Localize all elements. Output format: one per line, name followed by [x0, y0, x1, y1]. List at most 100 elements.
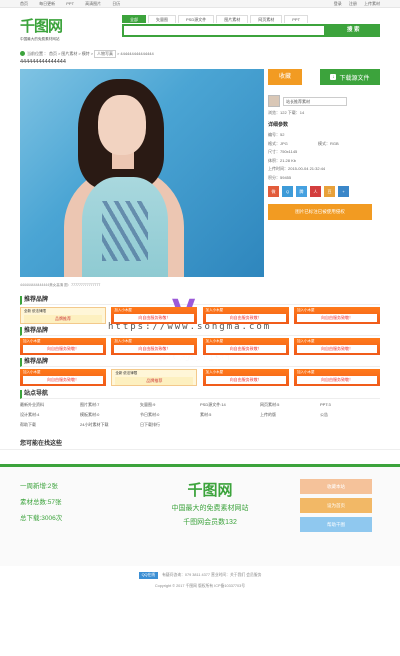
home-icon	[20, 51, 25, 56]
search-tab-vector[interactable]: 矢量图	[148, 15, 176, 23]
ad-line: 加入小木屋	[23, 339, 41, 343]
avatar[interactable]	[268, 95, 280, 107]
ad-banner[interactable]: 加入小木屋 向自由服务致敬！	[293, 369, 380, 386]
nav-link[interactable]: 上传的版	[260, 412, 320, 418]
report-button[interactable]: 图片已标注已被使用侵权	[268, 204, 372, 220]
recommend-section: 推荐品牌 全新 依法律限 品牌推荐 加入小木屋 向自由服务致敬！ 加入小木屋 向自由服…	[0, 296, 400, 324]
douban-icon[interactable]: 豆	[324, 186, 335, 197]
ad-banner[interactable]: 全新 依法律限 品牌推荐	[111, 369, 198, 386]
breadcrumb-item[interactable]: 模特	[82, 51, 90, 57]
ad-banner[interactable]: 全新 依法律限 品牌推荐	[20, 307, 106, 324]
top-link[interactable]: 每日更新	[39, 1, 55, 6]
footer-brand: 千图网 中国最大的免费素材网站 千图网会员数132	[130, 479, 290, 566]
nav-link[interactable]: 矢量图:9	[140, 402, 200, 408]
ad-banner[interactable]: 加入小木屋 向自由服务致敬！	[20, 369, 106, 386]
ad-cta: 品牌推荐	[115, 377, 194, 385]
top-link[interactable]: PPT	[66, 1, 74, 6]
nav-link[interactable]: 图片素材:7	[80, 402, 140, 408]
search-tabs: 全部 矢量图 PSD源文件 图片素材 网页素材 PPT	[122, 15, 380, 23]
qzone-icon[interactable]: Q	[282, 186, 293, 197]
contact-info: 有疑问咨询：079 3811 4377 营业时间：关于我们 会员服务	[162, 573, 262, 577]
top-links: 首页 每日更新 PPT 高清图片 日历	[20, 1, 130, 7]
detail-id: 编号：52	[268, 132, 285, 137]
plus-icon[interactable]: +	[338, 186, 349, 197]
header: 千图网 中国最大的免费素材网站 全部 矢量图 PSD源文件 图片素材 网页素材 …	[0, 8, 400, 46]
breadcrumb-label: 当前位置	[27, 50, 43, 56]
tencent-icon[interactable]: 腾	[296, 186, 307, 197]
nav-link[interactable]: 日下载排行	[140, 422, 200, 428]
search-tab-psd[interactable]: PSD源文件	[178, 15, 215, 23]
site-stats: 一周新增:2张 素材总数:57张 总下载:3006次	[20, 479, 130, 566]
nav-link[interactable]: 帮助下载	[20, 422, 80, 428]
logo-slogan: 中国最大的免费素材网站	[20, 37, 60, 41]
ad-line: 加入小木屋	[205, 308, 224, 312]
details-list: 编号：52 格式：JPG 模式：RGB 尺寸：750x1145 体积：21.28…	[268, 131, 380, 182]
copyright: Copyright © 2017 千图网 版权所有 ICP备10337703号	[154, 584, 246, 588]
qq-online-button[interactable]: QQ在线	[138, 572, 159, 579]
total-downloads: 总下载:3006次	[20, 515, 63, 522]
section-title: 推荐品牌	[20, 327, 380, 336]
ad-banner[interactable]: 加入小木屋 向自由服务致敬！	[202, 338, 289, 355]
nav-link[interactable]: 网页素材:5	[260, 402, 320, 408]
ad-banner[interactable]: 加入小木屋 向自由服务致敬！	[293, 338, 380, 355]
breadcrumb-item[interactable]: 首页	[49, 51, 57, 57]
site-nav-title: 站点导航	[20, 390, 380, 399]
site-nav: 站点导航 最新外业资料 图片素材:7 矢量图:9 PSD源文件:14 网页素材:…	[0, 390, 400, 428]
ad-cta: 向自由服务致敬！	[205, 314, 286, 322]
favorite-button[interactable]: 收藏	[268, 69, 302, 85]
search-tab-images[interactable]: 图片素材	[216, 15, 249, 23]
renren-icon[interactable]: 人	[310, 186, 321, 197]
site-logo[interactable]: 千图网 中国最大的免费素材网站	[20, 15, 104, 42]
ad-banner[interactable]: 加入小木屋 向自由服务致敬！	[293, 307, 380, 324]
breadcrumb-item[interactable]: 人物写真	[94, 49, 117, 58]
search-tab-all[interactable]: 全部	[122, 15, 146, 23]
ad-banner[interactable]: 加入小木屋 向自由服务致敬！	[111, 307, 198, 324]
nav-link[interactable]: 公告	[320, 412, 380, 418]
nav-link[interactable]: PPT:3	[320, 402, 380, 408]
ad-cta: 向自由服务致敬！	[23, 345, 103, 353]
search-tab-ppt[interactable]: PPT	[284, 15, 309, 23]
bookmark-site-button[interactable]: 收藏本站	[300, 479, 372, 494]
ad-cta: 向自由服务致敬！	[114, 345, 195, 353]
search-input[interactable]	[122, 24, 327, 37]
detail-mode: 模式：RGB	[318, 140, 339, 146]
ad-cta: 向自由服务致敬！	[205, 376, 286, 384]
download-button[interactable]: ↓ 下载源文件	[320, 69, 380, 85]
preview-image[interactable]	[20, 69, 264, 277]
nav-link[interactable]: 素材:5	[200, 412, 260, 418]
breadcrumb-item[interactable]: 图片素材	[61, 51, 77, 57]
nav-link[interactable]: 设计素材:4	[20, 412, 80, 418]
search-button[interactable]: 搜 索	[326, 24, 380, 37]
share-bar: 微 Q 腾 人 豆 +	[268, 186, 380, 197]
ad-banner[interactable]: 加入小木屋 向自由服务致敬！	[202, 369, 289, 386]
breadcrumb: 当前位置： 首页 > 图片素材 > 模特 > 人物写真 > 44444444444444…	[0, 46, 400, 58]
account-links: 登录 注册 上传素材	[328, 1, 380, 7]
page-title: 444444444444444	[20, 59, 66, 65]
nav-link[interactable]: 24小时素材下载	[80, 422, 140, 428]
recommend-section: 推荐品牌 加入小木屋 向自由服务致敬！ 加入小木屋 向自由服务致敬！ 加入小木屋 向自…	[0, 327, 400, 355]
search-tab-web[interactable]: 网页素材	[250, 15, 283, 23]
download-icon: ↓	[330, 74, 337, 80]
nav-link[interactable]: 最新外业资料	[20, 402, 80, 408]
login-link[interactable]: 登录	[334, 1, 342, 6]
upload-link[interactable]: 上传素材	[364, 1, 380, 6]
detail-size: 尺寸：750x1145	[268, 149, 298, 154]
uploader-name[interactable]: 站长推荐素材	[283, 96, 347, 106]
detail-filesize: 体积：21.28 Kb	[268, 157, 297, 163]
top-link[interactable]: 首页	[20, 1, 28, 6]
weibo-icon[interactable]: 微	[268, 186, 279, 197]
section-title: 推荐品牌	[20, 358, 380, 367]
nav-link[interactable]: 节日素材:0	[140, 412, 200, 418]
nav-link[interactable]: PSD源文件:14	[200, 402, 260, 408]
footer-actions: 收藏本站 设为首页 帮助千图	[300, 479, 372, 566]
top-link[interactable]: 高清图片	[85, 1, 101, 6]
ad-banner[interactable]: 加入小木屋向自由服务致敬！	[20, 338, 106, 355]
member-count: 千图网会员数132	[183, 519, 237, 526]
top-link[interactable]: 日历	[112, 1, 120, 6]
help-button[interactable]: 帮助千图	[300, 517, 372, 532]
register-link[interactable]: 注册	[349, 1, 357, 6]
ad-banner[interactable]: 加入小木屋向自由服务致敬！	[202, 307, 289, 324]
ad-banner[interactable]: 加入小木屋 向自由服务致敬！	[111, 338, 198, 355]
set-homepage-button[interactable]: 设为首页	[300, 498, 372, 513]
nav-link[interactable]: 模板素材:0	[80, 412, 140, 418]
